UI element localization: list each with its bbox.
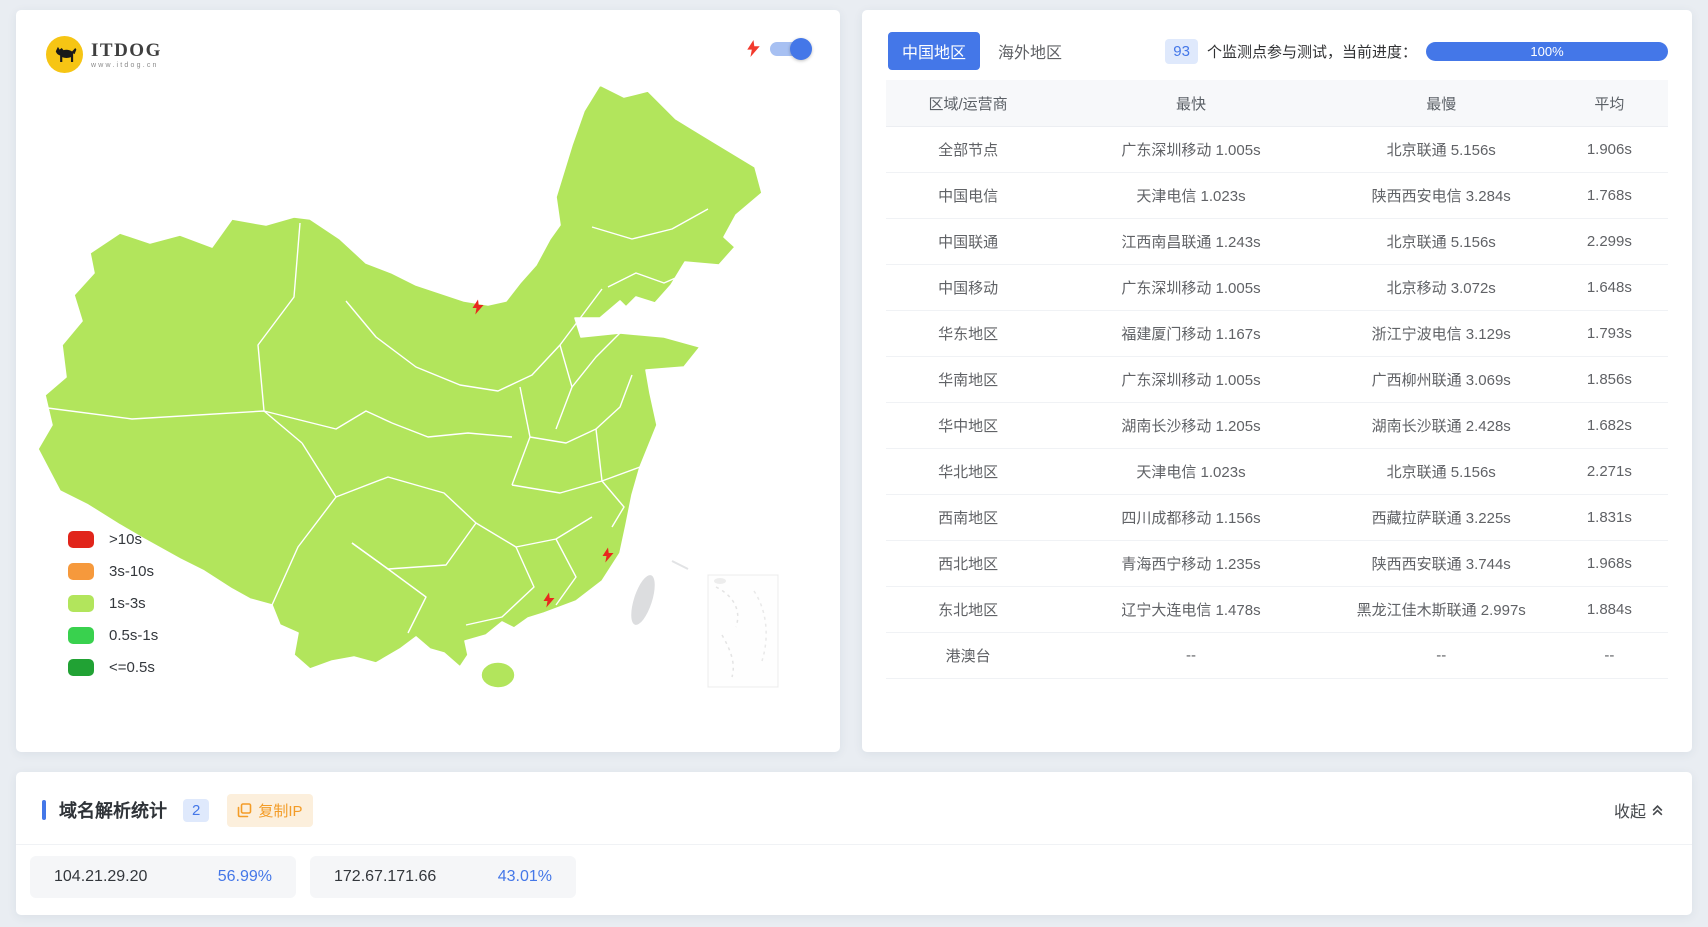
dns-header: 域名解析统计 2 复制IP 收起 xyxy=(42,788,1664,832)
taiwan-island xyxy=(631,575,655,625)
title-accent-bar xyxy=(42,800,46,820)
divider xyxy=(16,844,1692,845)
table-row: 中国联通 江西南昌联通 1.243s 北京联通 5.156s 2.299s xyxy=(886,219,1668,265)
chevron-double-up-icon xyxy=(1652,804,1663,815)
dog-icon xyxy=(55,46,76,62)
copy-ip-button[interactable]: 复制IP xyxy=(227,793,313,827)
results-panel: 中国地区 海外地区 93 个监测点参与测试，当前进度： 100% 区域/运营商 … xyxy=(862,10,1692,752)
ip-address: 104.21.29.20 xyxy=(54,868,148,885)
legend-item: <=0.5s xyxy=(68,651,158,683)
legend-swatch-lightgreen xyxy=(68,594,94,612)
toggle-knob xyxy=(790,37,812,60)
dns-count-badge: 2 xyxy=(183,798,210,822)
map-panel: ITDOG www.itdog.cn >10s 3s-10s 1s-3s 0.5… xyxy=(16,10,840,752)
progress-group: 93 个监测点参与测试，当前进度： 100% xyxy=(1165,38,1668,64)
monitor-count-badge: 93 xyxy=(1165,38,1198,64)
lightning-icon xyxy=(747,40,760,57)
ip-percent: 43.01% xyxy=(497,868,552,885)
itdog-logo-text: ITDOG www.itdog.cn xyxy=(91,41,162,69)
itdog-logo[interactable]: ITDOG www.itdog.cn xyxy=(46,36,162,73)
itdog-logo-circle xyxy=(46,36,83,73)
map-marker-toggle[interactable] xyxy=(770,37,812,60)
brand-site: www.itdog.cn xyxy=(91,61,159,69)
progress-bar: 100% xyxy=(1426,41,1668,61)
col-header-fastest: 最快 xyxy=(1175,95,1206,113)
south-china-sea-inset xyxy=(707,574,779,688)
ip-percent: 56.99% xyxy=(217,868,272,885)
tab-overseas-region[interactable]: 海外地区 xyxy=(998,39,1062,63)
dns-title: 域名解析统计 xyxy=(59,801,167,821)
table-row: 华中地区 湖南长沙移动 1.205s 湖南长沙联通 2.428s 1.682s xyxy=(886,403,1668,449)
copy-icon xyxy=(238,802,252,817)
table-row: 全部节点 广东深圳移动 1.005s 北京联通 5.156s 1.906s xyxy=(886,127,1668,173)
legend-item: 0.5s-1s xyxy=(68,619,158,651)
brand-name: ITDOG xyxy=(91,39,162,61)
table-row: 华南地区 广东深圳移动 1.005s 广西柳州联通 3.069s 1.856s xyxy=(886,357,1668,403)
progress-caption: 个监测点参与测试，当前进度： xyxy=(1206,43,1417,61)
legend-swatch-darkgreen xyxy=(68,658,94,676)
results-table: 区域/运营商 最快 最慢 平均 全部节点 广东深圳移动 1.005s 北京联通 5.… xyxy=(886,80,1668,679)
hainan-island xyxy=(480,661,516,689)
legend-item: 3s-10s xyxy=(68,555,158,587)
col-header-slowest: 最慢 xyxy=(1426,95,1457,113)
ip-address: 172.67.171.66 xyxy=(334,868,437,885)
table-row: 华北地区 天津电信 1.023s 北京联通 5.156s 2.271s xyxy=(886,449,1668,495)
latency-legend: >10s 3s-10s 1s-3s 0.5s-1s <=0.5s xyxy=(68,523,158,683)
progress-value: 100% xyxy=(1530,43,1564,59)
itdog-speedtest-page: ITDOG www.itdog.cn >10s 3s-10s 1s-3s 0.5… xyxy=(0,0,1708,927)
ip-chip-list: 104.21.29.20 56.99% 172.67.171.66 43.01% xyxy=(30,856,576,898)
table-row: 中国移动 广东深圳移动 1.005s 北京移动 3.072s 1.648s xyxy=(886,265,1668,311)
legend-swatch-orange xyxy=(68,562,94,580)
table-row: 东北地区 辽宁大连电信 1.478s 黑龙江佳木斯联通 2.997s 1.884s xyxy=(886,587,1668,633)
table-row: 西北地区 青海西宁移动 1.235s 陕西西安联通 3.744s 1.968s xyxy=(886,541,1668,587)
tab-china-region[interactable]: 中国地区 xyxy=(888,32,981,70)
islands-line xyxy=(671,560,689,570)
ip-chip: 172.67.171.66 43.01% xyxy=(310,856,576,898)
col-header-avg: 平均 xyxy=(1594,95,1625,113)
ip-chip: 104.21.29.20 56.99% xyxy=(30,856,296,898)
collapse-button[interactable]: 收起 xyxy=(1614,798,1664,822)
legend-item: 1s-3s xyxy=(68,587,158,619)
table-header-row: 区域/运营商 最快 最慢 平均 xyxy=(886,80,1668,127)
dns-stats-panel: 域名解析统计 2 复制IP 收起 104.21.29.20 56.99% 172… xyxy=(16,772,1692,915)
table-row: 港澳台 -- -- -- xyxy=(886,633,1668,679)
table-row: 西南地区 四川成都移动 1.156s 西藏拉萨联通 3.225s 1.831s xyxy=(886,495,1668,541)
legend-item: >10s xyxy=(68,523,158,555)
table-row: 中国电信 天津电信 1.023s 陕西西安电信 3.284s 1.768s xyxy=(886,173,1668,219)
table-row: 华东地区 福建厦门移动 1.167s 浙江宁波电信 3.129s 1.793s xyxy=(886,311,1668,357)
legend-swatch-green xyxy=(68,626,94,644)
results-header: 中国地区 海外地区 93 个监测点参与测试，当前进度： 100% xyxy=(888,32,1668,70)
legend-swatch-red xyxy=(68,530,94,548)
map-controls xyxy=(747,37,812,60)
col-header-region: 区域/运营商 xyxy=(928,95,1008,113)
